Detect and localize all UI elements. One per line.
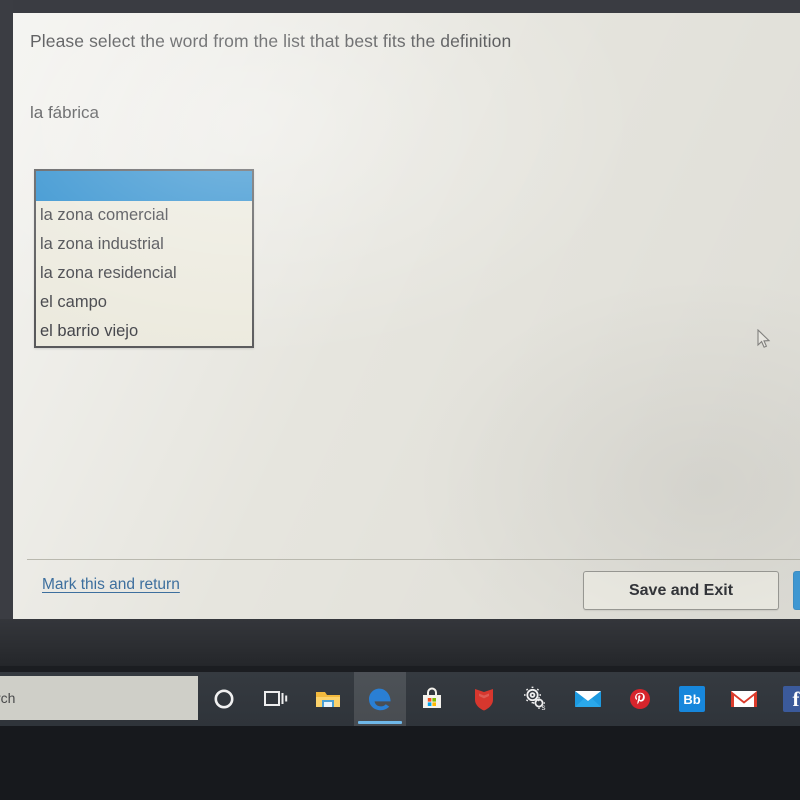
taskbar-item-settings[interactable]: s bbox=[510, 672, 562, 726]
photo-of-laptop-screen: Please select the word from the list tha… bbox=[0, 0, 800, 800]
desk-surface bbox=[0, 726, 800, 800]
taskbar-item-cortana[interactable] bbox=[198, 672, 250, 726]
mail-icon bbox=[575, 691, 601, 707]
microsoft-store-icon bbox=[423, 687, 441, 708]
mcafee-shield-icon bbox=[475, 689, 493, 711]
list-option[interactable]: la zona industrial bbox=[36, 230, 252, 259]
taskbar-item-task-view[interactable] bbox=[250, 672, 302, 726]
list-option[interactable]: el campo bbox=[36, 288, 252, 317]
taskbar-icon-strip: s Bb f bbox=[198, 672, 800, 726]
file-explorer-icon bbox=[316, 692, 340, 707]
taskbar-item-edge-browser[interactable] bbox=[354, 672, 406, 726]
quiz-page: Please select the word from the list tha… bbox=[13, 13, 800, 619]
settings-gear-icon: s bbox=[524, 686, 546, 712]
facebook-icon: f bbox=[783, 686, 800, 712]
save-and-exit-button[interactable]: Save and Exit bbox=[583, 571, 779, 610]
blackboard-label: Bb bbox=[683, 691, 701, 707]
svg-text:s: s bbox=[542, 703, 546, 712]
list-option-selected[interactable] bbox=[36, 171, 252, 201]
list-option[interactable]: la zona comercial bbox=[36, 201, 252, 230]
question-term: la fábrica bbox=[30, 103, 99, 122]
blackboard-icon: Bb bbox=[679, 686, 705, 712]
edge-browser-icon bbox=[369, 688, 391, 711]
list-option[interactable]: el barrio viejo bbox=[36, 317, 252, 346]
pinterest-icon bbox=[630, 689, 650, 709]
taskbar-item-microsoft-store[interactable] bbox=[406, 672, 458, 726]
mouse-cursor bbox=[757, 329, 771, 348]
taskbar-search-input[interactable]: rch bbox=[0, 676, 198, 720]
screen-bezel-top bbox=[0, 0, 800, 13]
cortana-icon bbox=[214, 689, 234, 709]
footer-divider bbox=[27, 559, 800, 560]
taskbar-item-gmail[interactable] bbox=[718, 672, 770, 726]
taskbar-item-mcafee[interactable] bbox=[458, 672, 510, 726]
list-option[interactable]: la zona residencial bbox=[36, 259, 252, 288]
taskbar-item-mail[interactable] bbox=[562, 672, 614, 726]
facebook-label: f bbox=[792, 686, 800, 711]
next-button-clipped[interactable] bbox=[793, 571, 800, 610]
task-view-icon bbox=[264, 691, 288, 706]
screen-bezel-left bbox=[0, 0, 13, 625]
word-choice-listbox[interactable]: la zona comercial la zona industrial la … bbox=[34, 169, 254, 348]
windows-taskbar: rch bbox=[0, 672, 800, 726]
laptop-bezel-gap bbox=[0, 619, 800, 672]
search-placeholder-text: rch bbox=[0, 690, 16, 706]
gmail-icon bbox=[731, 691, 757, 707]
taskbar-item-file-explorer[interactable] bbox=[302, 672, 354, 726]
taskbar-item-pinterest[interactable] bbox=[614, 672, 666, 726]
taskbar-item-facebook[interactable]: f bbox=[770, 672, 800, 726]
question-prompt: Please select the word from the list tha… bbox=[30, 31, 512, 51]
mark-this-and-return-link[interactable]: Mark this and return bbox=[42, 576, 180, 594]
taskbar-item-blackboard[interactable]: Bb bbox=[666, 672, 718, 726]
